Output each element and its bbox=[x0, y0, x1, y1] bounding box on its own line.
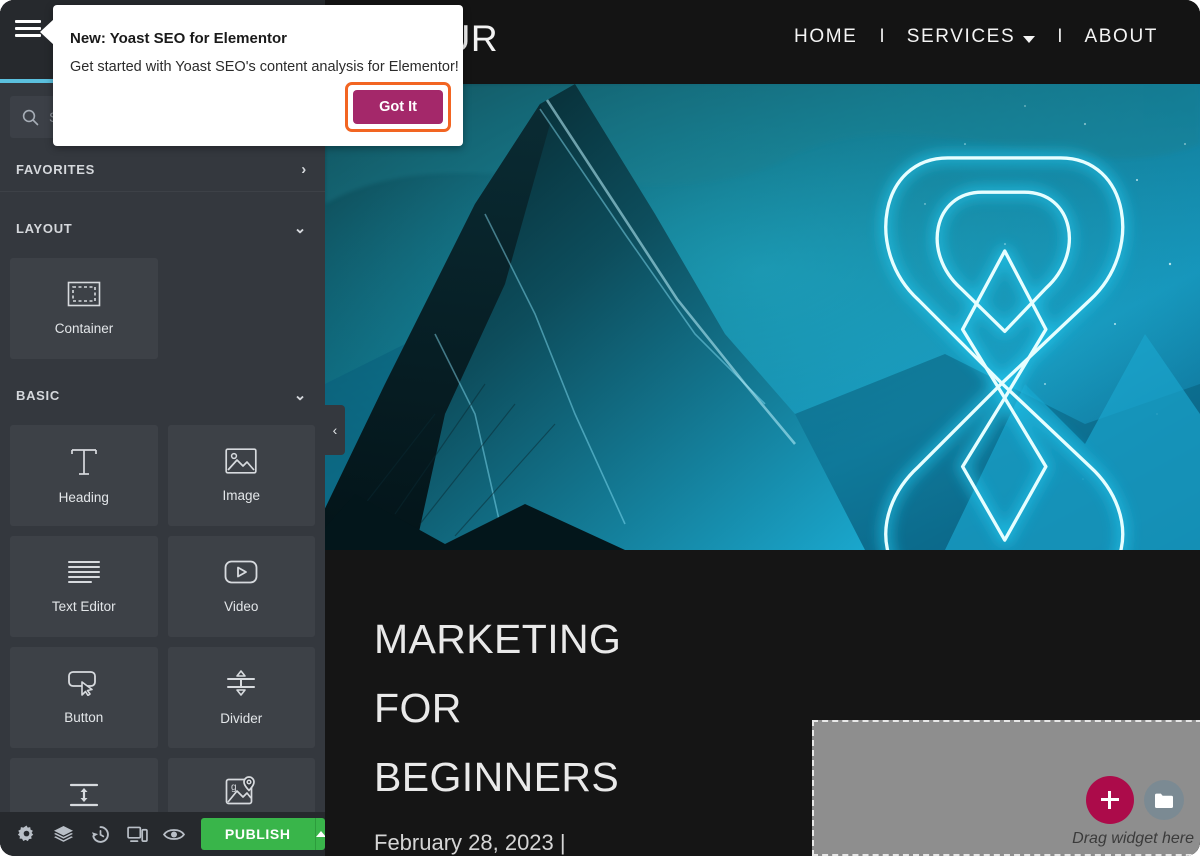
popup-body: Get started with Yoast SEO's content ana… bbox=[70, 59, 459, 75]
google-maps-icon: g bbox=[225, 776, 256, 805]
heading-icon bbox=[70, 449, 97, 475]
drag-widget-label: Drag widget here bbox=[1072, 830, 1194, 847]
got-it-highlight: Got It bbox=[345, 82, 451, 132]
nav-separator-1: I bbox=[879, 26, 885, 47]
widget-button[interactable]: Button bbox=[10, 647, 158, 748]
text-editor-icon bbox=[67, 561, 100, 583]
got-it-button[interactable]: Got It bbox=[353, 90, 443, 124]
widget-divider[interactable]: Divider bbox=[167, 647, 315, 748]
search-icon bbox=[22, 109, 39, 125]
add-template-button[interactable] bbox=[1144, 780, 1184, 820]
responsive-mode-icon bbox=[127, 826, 148, 842]
panel-widget-list: FAVORITES › LAYOUT ⌄ Container BASIC ⌄ H… bbox=[0, 148, 325, 812]
widget-image[interactable]: Image bbox=[167, 425, 315, 526]
widget-video[interactable]: Video bbox=[167, 536, 315, 637]
widget-button-label: Button bbox=[64, 710, 104, 725]
basic-widget-grid: Heading Image Text Editor Video Button D… bbox=[0, 417, 325, 812]
widget-google-maps[interactable]: g bbox=[167, 758, 315, 812]
hero-post-date: February 28, 2023 | bbox=[374, 830, 566, 855]
section-title-favorites: FAVORITES bbox=[16, 162, 96, 177]
hero-image[interactable] bbox=[325, 84, 1200, 550]
elementor-editor-window: EHOUR HOME I SERVICES I ABOUT bbox=[0, 0, 1200, 856]
preview-button[interactable] bbox=[156, 812, 193, 856]
widget-divider-label: Divider bbox=[220, 711, 263, 726]
nav-separator-2: I bbox=[1057, 26, 1063, 47]
folder-icon bbox=[1155, 793, 1173, 808]
history-icon bbox=[91, 825, 109, 843]
section-title-basic: BASIC bbox=[16, 387, 60, 403]
nav-link-services[interactable]: SERVICES bbox=[903, 26, 1040, 48]
svg-text:g: g bbox=[231, 782, 237, 793]
layers-icon bbox=[53, 825, 73, 842]
widget-text-editor-label: Text Editor bbox=[51, 599, 116, 614]
panel-collapse-handle[interactable]: ‹ bbox=[325, 405, 345, 455]
publish-options-button[interactable] bbox=[314, 818, 325, 850]
responsive-mode-button[interactable] bbox=[119, 812, 156, 856]
video-icon bbox=[224, 560, 258, 584]
publish-button[interactable]: PUBLISH bbox=[200, 818, 315, 850]
section-title-layout: LAYOUT bbox=[16, 220, 73, 236]
popup-title: New: Yoast SEO for Elementor bbox=[70, 30, 287, 47]
nav-link-about[interactable]: ABOUT bbox=[1081, 26, 1162, 48]
site-nav: HOME I SERVICES I ABOUT bbox=[790, 26, 1162, 48]
widget-container[interactable]: Container bbox=[10, 258, 158, 359]
widget-spacer[interactable] bbox=[10, 758, 158, 812]
history-button[interactable] bbox=[82, 812, 119, 856]
hero-headline-line-2: FOR bbox=[374, 685, 462, 731]
hamburger-menu-icon bbox=[15, 16, 41, 41]
image-icon bbox=[225, 448, 257, 474]
divider-icon bbox=[227, 670, 256, 696]
chevron-down-icon: ⌄ bbox=[293, 386, 307, 404]
section-header-layout[interactable]: LAYOUT ⌄ bbox=[0, 206, 325, 250]
popup-pointer bbox=[40, 19, 54, 45]
eye-icon bbox=[163, 828, 186, 840]
chevron-left-icon: ‹ bbox=[332, 422, 338, 438]
widget-container-label: Container bbox=[54, 321, 114, 336]
hero-headline[interactable]: MARKETING FOR BEGINNERS bbox=[374, 605, 804, 812]
section-header-favorites[interactable]: FAVORITES › bbox=[0, 148, 325, 192]
nav-link-about-label: ABOUT bbox=[1084, 26, 1158, 47]
widget-text-editor[interactable]: Text Editor bbox=[10, 536, 158, 637]
chevron-right-icon: › bbox=[301, 161, 307, 178]
container-icon bbox=[67, 281, 101, 307]
plus-icon bbox=[1100, 790, 1120, 810]
layout-widget-grid: Container bbox=[0, 250, 325, 359]
caret-up-icon bbox=[315, 831, 325, 837]
nav-link-home-label: HOME bbox=[794, 26, 858, 47]
publish-group: PUBLISH bbox=[200, 818, 325, 850]
hero-headline-line-1: MARKETING bbox=[374, 616, 622, 662]
hero-headline-line-3: BEGINNERS bbox=[374, 754, 620, 800]
navigator-button[interactable] bbox=[45, 812, 82, 856]
nav-link-services-label: SERVICES bbox=[906, 26, 1016, 47]
widget-heading[interactable]: Heading bbox=[10, 425, 158, 526]
chevron-down-icon: ⌄ bbox=[293, 219, 307, 237]
spacer-icon bbox=[69, 783, 98, 807]
add-widget-button[interactable] bbox=[1086, 776, 1134, 824]
button-icon bbox=[67, 671, 96, 696]
drag-widget-drop-area[interactable]: Drag widget here bbox=[812, 720, 1200, 856]
settings-button[interactable] bbox=[8, 812, 45, 856]
yoast-seo-popup: New: Yoast SEO for Elementor Get started… bbox=[40, 5, 463, 146]
widget-video-label: Video bbox=[224, 599, 259, 614]
panel-footer-toolbar: PUBLISH bbox=[0, 812, 325, 856]
widget-image-label: Image bbox=[222, 488, 261, 503]
gear-icon bbox=[17, 824, 34, 841]
section-header-basic[interactable]: BASIC ⌄ bbox=[0, 373, 325, 417]
widget-heading-label: Heading bbox=[58, 490, 109, 505]
nav-link-home[interactable]: HOME bbox=[790, 26, 861, 48]
chevron-down-icon bbox=[1023, 35, 1036, 43]
